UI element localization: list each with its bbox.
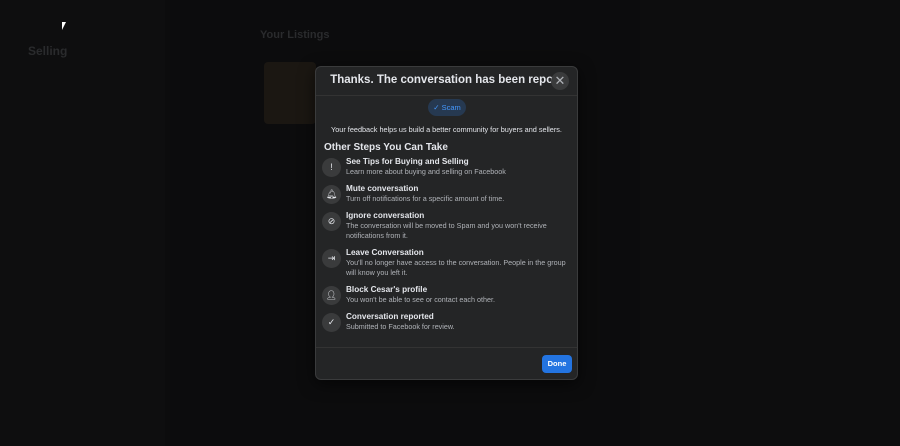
step-description: You'll no longer have access to the conv… [346, 258, 566, 277]
right-panel [640, 0, 900, 446]
info-icon: ! [322, 158, 341, 177]
step-description: Submitted to Facebook for review. [346, 322, 455, 331]
step-description: Turn off notifications for a specific am… [346, 194, 505, 203]
bell-icon: 🔔︎ [322, 185, 341, 204]
sidebar [0, 0, 165, 446]
sidebar-title: Selling [28, 44, 68, 58]
step-description: The conversation will be moved to Spam a… [346, 221, 547, 240]
step-title: Conversation reported [346, 312, 434, 321]
steps-heading: Other Steps You Can Take [324, 142, 448, 153]
listing-thumbnail[interactable] [264, 62, 316, 124]
feedback-text: Your feedback helps us build a better co… [331, 125, 562, 134]
main-title: Your Listings [260, 29, 330, 41]
divider [316, 95, 577, 96]
step-description: Learn more about buying and selling on F… [346, 167, 506, 176]
check-icon: ✓ [322, 313, 341, 332]
reason-label: Scam [441, 103, 461, 112]
step-item[interactable]: ! See Tips for Buying and Selling Learn mo… [322, 157, 572, 177]
done-button[interactable]: Done [542, 355, 572, 373]
report-confirmation-dialog: Thanks. The conversation has been repo..… [315, 66, 578, 380]
step-title: Mute conversation [346, 184, 419, 193]
leave-icon: ⇥ [322, 249, 341, 268]
check-icon: ✓ [433, 103, 442, 112]
step-item[interactable]: 👤︎ Block Cesar's profile You won't be able… [322, 285, 572, 305]
dialog-title: Thanks. The conversation has been repo..… [330, 74, 563, 86]
close-button[interactable]: ✕ [551, 72, 569, 90]
step-title: Ignore conversation [346, 211, 425, 220]
close-icon: ✕ [554, 73, 566, 88]
step-item: ✓ Conversation reported Submitted to Faceb… [322, 312, 572, 332]
step-title: Leave Conversation [346, 248, 424, 257]
step-title: Block Cesar's profile [346, 285, 428, 294]
step-item[interactable]: 🔔︎ Mute conversation Turn off notification… [322, 184, 572, 204]
block-user-icon: 👤︎ [322, 286, 341, 305]
divider [316, 347, 577, 348]
step-title: See Tips for Buying and Selling [346, 157, 469, 166]
mouse-cursor [62, 22, 66, 30]
step-item[interactable]: ⇥ Leave Conversation You'll no longer have… [322, 248, 572, 277]
ignore-chat-icon: ⊘ [322, 212, 341, 231]
step-description: You won't be able to see or contact each… [346, 295, 495, 304]
step-item[interactable]: ⊘ Ignore conversation The conversation wil… [322, 211, 572, 240]
reason-chip: ✓ Scam [428, 99, 466, 116]
